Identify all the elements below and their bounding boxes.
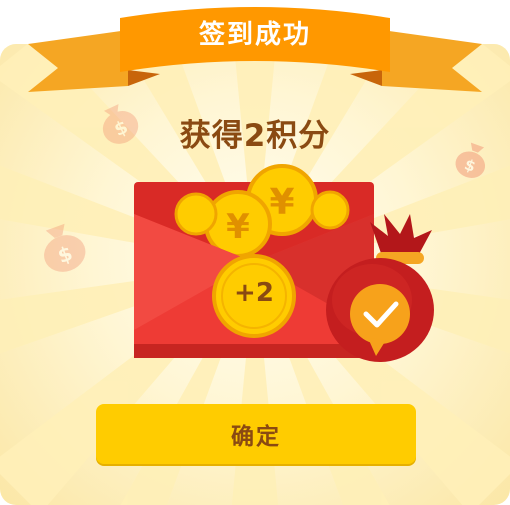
svg-text:¥: ¥ [269, 182, 294, 223]
coin-icon: ¥ [204, 190, 272, 258]
confirm-button[interactable]: 确定 [96, 404, 416, 464]
coin-points-label: +2 [234, 278, 274, 308]
svg-text:¥: ¥ [226, 207, 250, 247]
